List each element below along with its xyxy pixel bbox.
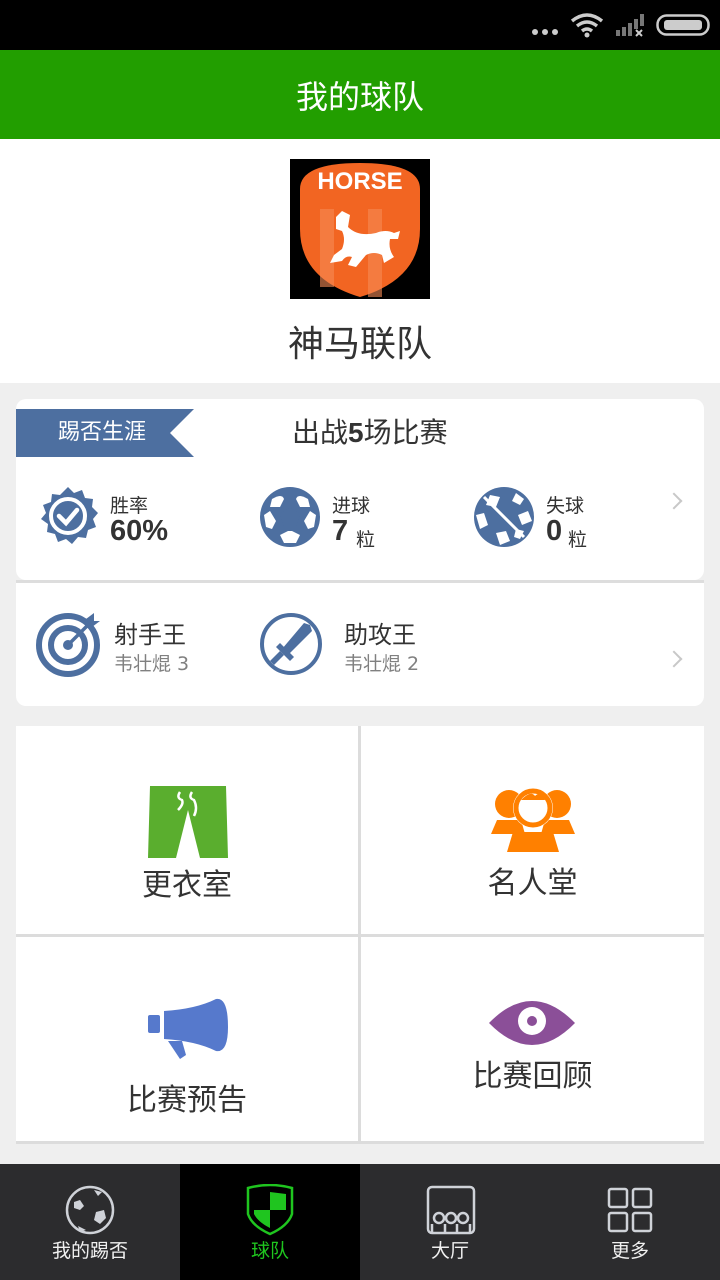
tab-more[interactable]: 更多 [540, 1164, 720, 1280]
megaphone-icon [148, 998, 228, 1059]
sword-icon [260, 613, 322, 675]
leader-title: 射手王 [114, 621, 186, 649]
tab-lobby[interactable]: 大厅 [360, 1164, 540, 1280]
grid-icon [607, 1187, 653, 1233]
career-stats-card[interactable]: 踢否生涯 出战5场比赛 胜率 60% 进球 7 粒 失球 0 粒 [16, 399, 704, 580]
tab-label: 大厅 [430, 1240, 469, 1262]
stat-unit: 粒 [568, 529, 588, 551]
tab-my-profile[interactable]: 我的踢否 [0, 1164, 180, 1280]
ribbon-label: 踢否生涯 [58, 420, 147, 445]
chevron-right-icon[interactable] [665, 650, 683, 668]
svg-text:HORSE: HORSE [317, 168, 402, 195]
bottom-tab-bar: 我的踢否 球队 大厅 更多 [0, 1164, 720, 1280]
leader-value: 韦壮焜 3 [114, 653, 190, 675]
menu-item-match-review[interactable]: 比赛回顾 [361, 937, 704, 1141]
stat-label: 进球 [332, 495, 371, 517]
menu-label: 比赛预告 [127, 1083, 247, 1118]
menu-label: 更衣室 [142, 868, 232, 903]
horse-logo-icon: HORSE [300, 163, 420, 297]
eye-icon [489, 1001, 575, 1045]
team-logo[interactable]: HORSE [290, 159, 430, 299]
target-icon [36, 613, 100, 677]
stat-unit: 粒 [356, 529, 376, 551]
app-header: 我的球队 [0, 50, 720, 139]
menu-item-hall-of-fame[interactable]: 名人堂 [361, 726, 704, 934]
leader-value: 韦壮焜 2 [344, 653, 420, 675]
tab-label: 更多 [610, 1240, 649, 1262]
signal-no-sim-icon [616, 14, 644, 37]
soccer-ball-conceded-icon [474, 487, 534, 547]
more-dots-icon [532, 29, 558, 35]
stat-label: 失球 [546, 495, 585, 517]
matches-suffix: 场比赛 [363, 416, 448, 449]
chevron-right-icon[interactable] [665, 492, 683, 510]
team-section: HORSE 神马联队 [0, 139, 720, 383]
status-bar [0, 0, 720, 50]
menu-label: 比赛回顾 [472, 1059, 593, 1094]
hall-icon [426, 1185, 476, 1235]
team-name: 神马联队 [287, 324, 432, 365]
matches-prefix: 出战 [292, 416, 349, 449]
battery-icon [656, 14, 710, 36]
menu-grid: 更衣室 名人堂 比赛预告 比赛回顾 [16, 726, 704, 1144]
stat-value: 60% [110, 515, 169, 547]
soccer-ball-icon [260, 487, 320, 547]
menu-label: 名人堂 [487, 866, 578, 901]
shorts-icon [148, 786, 228, 858]
tab-label: 我的踢否 [51, 1240, 128, 1262]
top-assister: 助攻王 韦壮焜 2 [258, 611, 419, 681]
leaders-card[interactable]: 射手王 韦壮焜 3 助攻王 韦壮焜 2 [16, 583, 704, 706]
top-scorer: 射手王 韦壮焜 3 [36, 611, 189, 681]
page-title: 我的球队 [295, 77, 424, 116]
menu-item-match-preview[interactable]: 比赛预告 [16, 937, 358, 1141]
stat-value: 7 [332, 515, 349, 547]
badge-check-icon [41, 487, 98, 544]
matches-played-title: 出战5场比赛 [292, 411, 448, 451]
people-icon [491, 788, 575, 852]
shield-icon [246, 1184, 294, 1236]
leader-title: 助攻王 [344, 621, 416, 649]
stat-label: 胜率 [110, 495, 149, 517]
menu-item-locker-room[interactable]: 更衣室 [16, 726, 358, 934]
wifi-icon [570, 13, 604, 38]
stat-value: 0 [546, 515, 563, 547]
tab-team[interactable]: 球队 [180, 1164, 360, 1280]
soccer-ball-icon [65, 1185, 115, 1235]
tab-label: 球队 [250, 1240, 289, 1262]
matches-count: 5 [348, 417, 364, 448]
